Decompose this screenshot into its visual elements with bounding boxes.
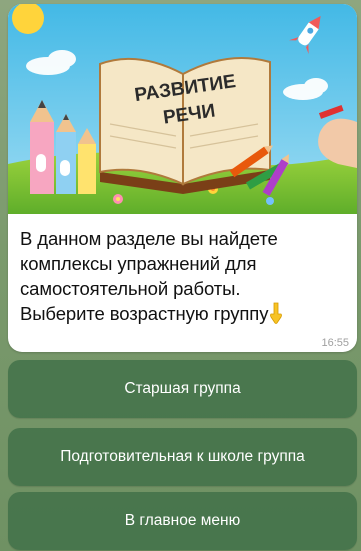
message-bubble: РАЗВИТИЕ РЕЧИ В данном разделе вы найдет… xyxy=(8,4,357,352)
keyboard-button-preparatory-group[interactable]: Подготовительная к школе группа xyxy=(8,428,357,486)
message-line-3: самостоятельной работы. xyxy=(20,278,241,299)
message-timestamp: 16:55 xyxy=(321,337,349,349)
banner-image[interactable]: РАЗВИТИЕ РЕЧИ xyxy=(8,4,357,214)
message-line-2: комплексы упражнений для xyxy=(20,253,257,274)
message-line-4: Выберите возрастную группу xyxy=(20,301,350,326)
message-line-4-text: Выберите возрастную группу xyxy=(20,303,269,324)
message-text: В данном разделе вы найдете комплексы уп… xyxy=(20,226,350,326)
keyboard-button-senior-group[interactable]: Старшая группа xyxy=(8,360,357,418)
message-line-1: В данном разделе вы найдете xyxy=(20,228,278,249)
keyboard-button-main-menu[interactable]: В главное меню xyxy=(8,492,357,550)
pointing-down-hand-icon xyxy=(270,302,283,324)
